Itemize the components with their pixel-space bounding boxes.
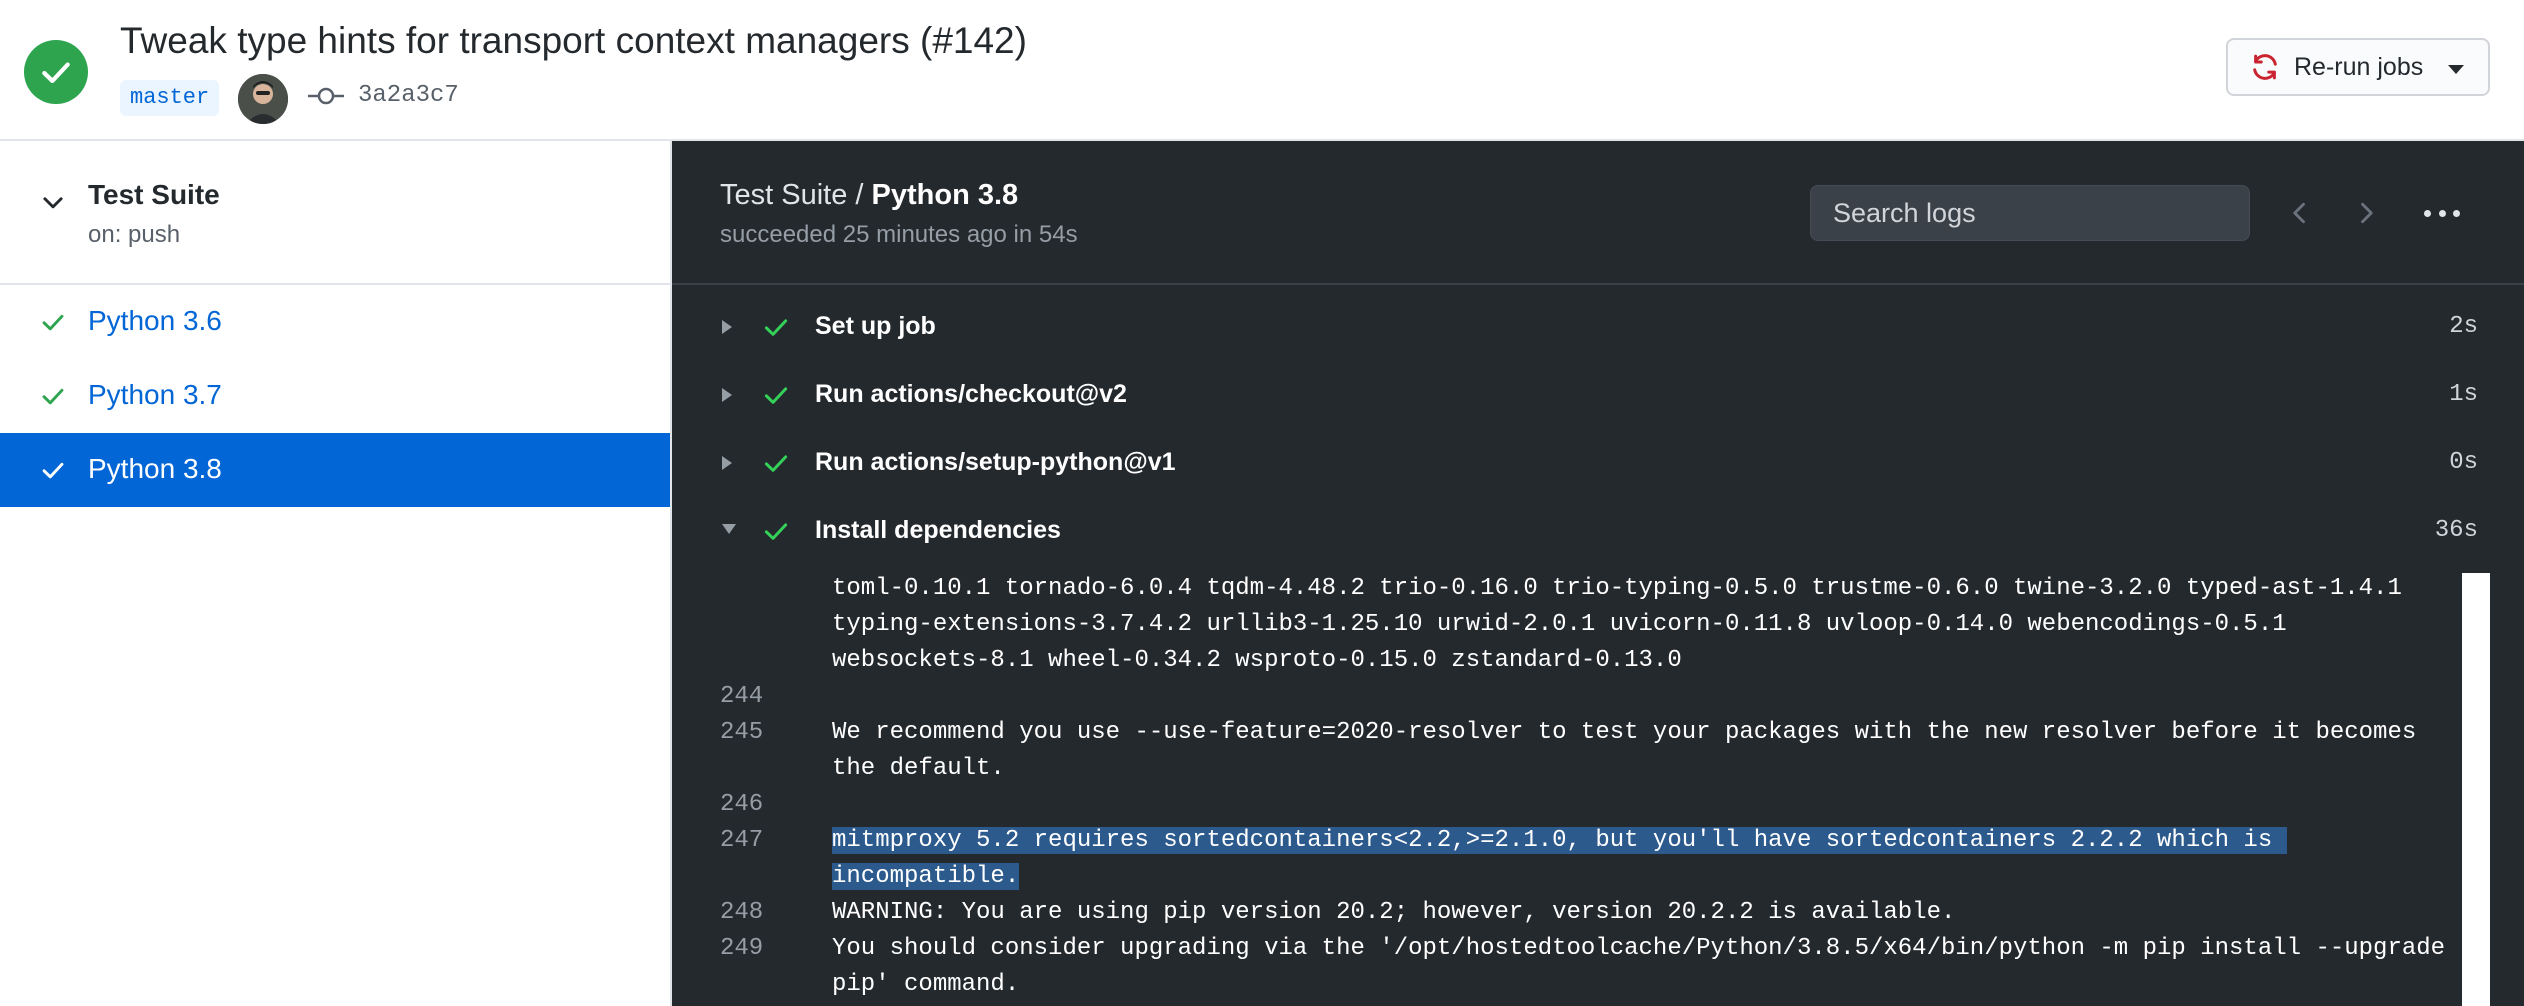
workflow-name: Test Suite xyxy=(88,179,220,210)
step-duration: 36s xyxy=(2434,517,2478,544)
run-title: Tweak type hints for transport context m… xyxy=(120,20,1027,61)
job-breadcrumb: Test Suite / Python 3.8 xyxy=(720,179,1018,212)
step-set-up-job[interactable]: Set up job 2s xyxy=(672,293,2524,361)
step-name: Set up job xyxy=(815,312,936,340)
check-icon xyxy=(762,313,790,346)
step-name: Run actions/setup-python@v1 xyxy=(815,448,1176,476)
step-duration: 0s xyxy=(2449,449,2478,476)
run-header: Tweak type hints for transport context m… xyxy=(0,0,2524,141)
check-icon xyxy=(762,381,790,414)
job-status-text: succeeded 25 minutes ago in 54s xyxy=(720,221,1078,248)
job-label: Python 3.6 xyxy=(88,305,222,336)
crumb-workflow: Test Suite / xyxy=(720,179,864,211)
job-python-3-8[interactable]: Python 3.8 xyxy=(0,433,670,507)
branch-label[interactable]: master xyxy=(120,80,220,116)
check-icon xyxy=(762,517,790,550)
jobs-sidebar: Test Suite on: push Python 3.6 Python 3.… xyxy=(0,141,672,1006)
check-icon xyxy=(40,383,66,414)
rerun-jobs-button[interactable]: Re-run jobs xyxy=(2226,38,2490,96)
triangle-right-icon xyxy=(720,454,734,477)
triangle-down-icon xyxy=(720,522,738,541)
triangle-right-icon xyxy=(720,318,734,341)
rerun-label: Re-run jobs xyxy=(2294,52,2424,81)
step-name: Install dependencies xyxy=(815,516,1061,544)
job-python-3-7[interactable]: Python 3.7 xyxy=(0,359,670,433)
commit-icon xyxy=(308,82,344,115)
selected-text: incompatible. xyxy=(832,863,1020,890)
chevron-down-icon[interactable] xyxy=(40,189,66,220)
commit-sha[interactable]: 3a2a3c7 xyxy=(358,82,459,109)
kebab-menu-icon[interactable] xyxy=(2424,207,2460,219)
job-log-panel: Test Suite / Python 3.8 succeeded 25 min… xyxy=(672,141,2524,1006)
job-label: Python 3.8 xyxy=(88,453,222,484)
job-python-3-6[interactable]: Python 3.6 xyxy=(0,285,670,359)
step-install-dependencies[interactable]: Install dependencies 36s xyxy=(672,497,2524,565)
log-header: Test Suite / Python 3.8 succeeded 25 min… xyxy=(672,141,2524,285)
workflow-summary[interactable]: Test Suite on: push xyxy=(0,141,670,285)
log-scrollbar[interactable] xyxy=(2462,573,2490,1006)
crumb-job: Python 3.8 xyxy=(871,179,1019,211)
log-output[interactable]: toml-0.10.1 tornado-6.0.4 tqdm-4.48.2 tr… xyxy=(672,565,2472,1006)
selected-text: mitmproxy 5.2 requires sortedcontainers<… xyxy=(832,827,2287,854)
check-icon xyxy=(762,449,790,482)
caret-down-icon xyxy=(2448,65,2464,74)
user-avatar[interactable] xyxy=(238,74,288,124)
triangle-right-icon xyxy=(720,386,734,409)
step-duration: 1s xyxy=(2449,381,2478,408)
job-label: Python 3.7 xyxy=(88,379,222,410)
step-setup-python[interactable]: Run actions/setup-python@v1 0s xyxy=(672,429,2524,497)
success-status-icon xyxy=(24,40,88,104)
search-logs-input[interactable] xyxy=(1810,185,2250,241)
step-name: Run actions/checkout@v2 xyxy=(815,380,1127,408)
workflow-trigger: on: push xyxy=(88,221,181,248)
step-duration: 2s xyxy=(2449,313,2478,340)
chevron-left-icon[interactable] xyxy=(2286,197,2314,234)
chevron-right-icon[interactable] xyxy=(2352,197,2380,234)
sync-icon xyxy=(2253,54,2277,80)
step-checkout[interactable]: Run actions/checkout@v2 1s xyxy=(672,361,2524,429)
check-icon xyxy=(40,457,66,488)
check-icon xyxy=(40,309,66,340)
